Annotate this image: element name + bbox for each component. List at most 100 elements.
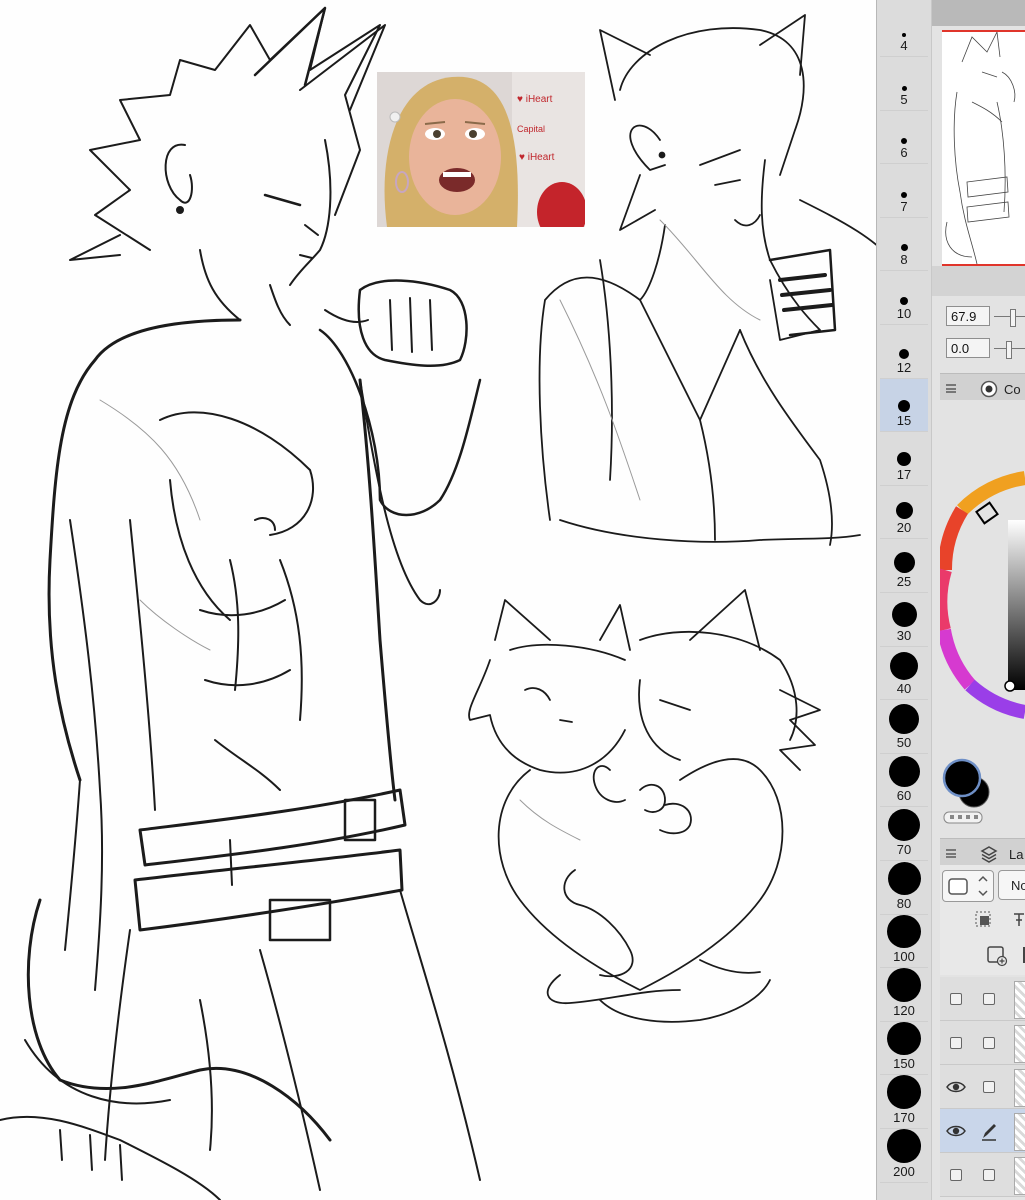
layer-row[interactable] [940, 1153, 1025, 1197]
brush-size-label: 150 [893, 1056, 915, 1072]
brush-size-label: 6 [900, 145, 908, 161]
brush-size-palette: 4 5 6 7 8 10 12 15 17 20 25 30 40 50 60 70 80 100 120 150 17… [876, 0, 932, 1200]
brush-size-10[interactable]: 10 [880, 271, 928, 325]
new-layer-icon[interactable] [986, 945, 1008, 967]
layer-thumbnail[interactable] [1014, 1113, 1025, 1151]
grip-icon[interactable] [946, 384, 956, 393]
brush-size-label: 80 [896, 895, 912, 911]
pen-icon[interactable] [980, 1121, 998, 1141]
visibility-checkbox[interactable] [950, 1037, 962, 1049]
layer-thumbnail[interactable] [1014, 981, 1025, 1019]
lock-checkbox[interactable] [983, 1037, 995, 1049]
layer-row[interactable] [940, 1021, 1025, 1065]
angle-value[interactable]: 0.0 [946, 338, 990, 358]
brush-size-dot [901, 85, 907, 91]
color-tab-label[interactable]: Co [1004, 382, 1021, 397]
brush-size-200[interactable]: 200 [880, 1129, 928, 1183]
angle-knob[interactable] [1006, 341, 1012, 359]
brush-size-label: 120 [893, 1002, 915, 1018]
brush-size-40[interactable]: 40 [880, 647, 928, 701]
brush-size-30[interactable]: 30 [880, 593, 928, 647]
lock-transparency-icon[interactable] [974, 910, 992, 928]
brush-size-7[interactable]: 7 [880, 164, 928, 218]
brush-size-170[interactable]: 170 [880, 1075, 928, 1129]
layer-color-select[interactable] [942, 870, 994, 902]
brush-size-150[interactable]: 150 [880, 1021, 928, 1076]
layer-thumbnail[interactable] [1014, 1025, 1025, 1063]
brush-size-label: 50 [896, 734, 912, 750]
brush-size-label: 100 [893, 949, 915, 965]
drawing-canvas[interactable]: ♥ iHeart Capital ♥ iHeart [0, 0, 876, 1200]
hue-marker[interactable] [975, 501, 999, 525]
layer-toolbar: No [940, 865, 1025, 975]
value-marker[interactable] [1004, 680, 1016, 692]
layer-thumbnail[interactable] [1014, 1069, 1025, 1107]
layer-row[interactable] [940, 977, 1025, 1021]
brush-size-dot [887, 914, 921, 949]
brush-size-dot [890, 652, 918, 681]
brush-size-dot [888, 756, 920, 788]
reference-photo: ♥ iHeart Capital ♥ iHeart [377, 72, 585, 227]
svg-text:Capital: Capital [517, 124, 545, 134]
brush-size-100[interactable]: 100 [880, 914, 928, 969]
brush-size-120[interactable]: 120 [880, 968, 928, 1022]
layer-tab-label[interactable]: La [1009, 847, 1023, 862]
navigator-preview[interactable] [942, 30, 1025, 266]
reference-layer-icon[interactable] [1012, 910, 1025, 928]
brush-size-17[interactable]: 17 [880, 432, 928, 486]
lock-checkbox[interactable] [983, 1169, 995, 1181]
saturation-box[interactable] [1008, 520, 1025, 690]
brush-size-5[interactable]: 5 [880, 57, 928, 111]
brush-size-15[interactable]: 15 [880, 378, 928, 433]
brush-size-dot [887, 861, 921, 895]
brush-size-20[interactable]: 20 [880, 486, 928, 540]
brush-size-label: 7 [900, 198, 908, 214]
navigator-divider [932, 266, 1025, 296]
brush-size-dot [902, 33, 906, 37]
color-circle-icon[interactable] [980, 380, 998, 398]
visibility-checkbox[interactable] [950, 1169, 962, 1181]
brush-size-label: 12 [896, 359, 912, 375]
visibility-checkbox[interactable] [950, 993, 962, 1005]
brush-size-label: 170 [893, 1109, 915, 1125]
brush-size-label: 25 [896, 573, 912, 589]
brush-size-8[interactable]: 8 [880, 218, 928, 272]
brush-size-60[interactable]: 60 [880, 754, 928, 808]
eye-icon[interactable] [946, 1122, 966, 1140]
brush-size-dot [893, 551, 915, 573]
brush-size-dot [889, 703, 919, 734]
brush-size-dot [887, 968, 921, 1002]
lock-checkbox[interactable] [983, 993, 995, 1005]
layer-thumbnail[interactable] [1014, 1157, 1025, 1195]
brush-size-dot [901, 191, 907, 198]
brush-size-dot [900, 296, 908, 305]
brush-size-dot [897, 451, 911, 466]
brush-size-50[interactable]: 50 [880, 700, 928, 754]
brush-size-label: 17 [896, 466, 912, 482]
brush-size-label: 8 [900, 252, 908, 268]
rotate-knob[interactable] [1010, 309, 1016, 327]
brush-size-12[interactable]: 12 [880, 325, 928, 379]
color-wheel-area [933, 400, 1025, 825]
brush-size-dot [898, 400, 910, 413]
eye-icon[interactable] [946, 1078, 966, 1096]
rotate-slider[interactable]: 67.9 [946, 306, 1025, 328]
blend-mode-select[interactable]: No [998, 870, 1025, 900]
navigator-header[interactable] [932, 0, 1025, 26]
brush-size-4[interactable]: 4 [880, 0, 928, 57]
brush-size-25[interactable]: 25 [880, 539, 928, 593]
main-color-swatch[interactable] [942, 758, 982, 798]
brush-size-label: 30 [896, 627, 912, 643]
rotate-value[interactable]: 67.9 [946, 306, 990, 326]
brush-size-6[interactable]: 6 [880, 111, 928, 165]
grip-icon[interactable] [946, 849, 956, 858]
brush-size-80[interactable]: 80 [880, 861, 928, 915]
layer-row[interactable] [940, 1065, 1025, 1109]
brush-size-label: 4 [900, 38, 908, 53]
brush-size-dot [887, 1129, 921, 1163]
brush-size-70[interactable]: 70 [880, 807, 928, 861]
layer-row[interactable] [940, 1109, 1025, 1153]
lock-checkbox[interactable] [983, 1081, 995, 1093]
angle-slider[interactable]: 0.0 [946, 338, 1025, 360]
layers-icon[interactable] [980, 845, 998, 863]
